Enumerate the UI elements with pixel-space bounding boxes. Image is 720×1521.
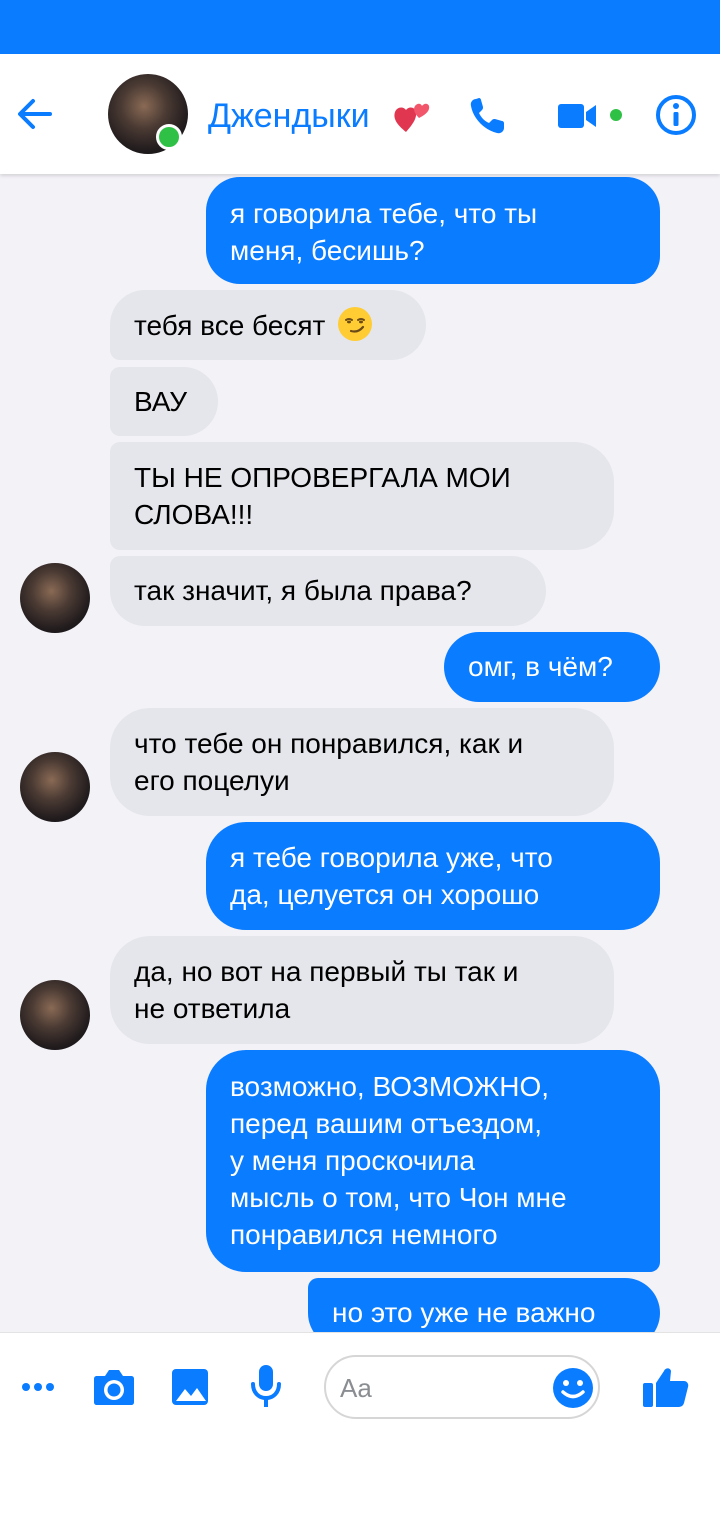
message-line: ТЫ НЕ ОПРОВЕРГАЛА МОИ: [134, 462, 511, 493]
video-camera-icon[interactable]: [556, 98, 598, 134]
contact-name[interactable]: Джендыки: [208, 94, 370, 138]
message-line: я тебе говорила уже, что: [230, 842, 553, 873]
message-line: мысль о том, что Чон мне: [230, 1182, 567, 1213]
info-icon[interactable]: [654, 93, 698, 137]
contact-avatar[interactable]: [20, 980, 90, 1050]
message-line: омг, в чём?: [468, 651, 613, 682]
incoming-message[interactable]: что тебе он понравился, как и его поцелу…: [110, 708, 614, 816]
incoming-message[interactable]: ТЫ НЕ ОПРОВЕРГАЛА МОИ СЛОВА!!!: [110, 442, 614, 550]
more-icon[interactable]: [20, 1377, 56, 1397]
message-composer: [0, 1332, 720, 1521]
message-line: ВАУ: [134, 386, 187, 417]
back-arrow-icon[interactable]: [14, 94, 54, 134]
incoming-message[interactable]: да, но вот на первый ты так и не ответил…: [110, 936, 614, 1044]
message-line: так значит, я была права?: [134, 575, 472, 606]
status-bar: [0, 0, 720, 54]
online-status-dot: [156, 124, 182, 150]
incoming-message[interactable]: ВАУ: [110, 367, 218, 436]
microphone-icon[interactable]: [248, 1363, 284, 1411]
phone-icon[interactable]: [466, 94, 510, 138]
message-line: да, но вот на первый ты так и: [134, 956, 519, 987]
heart-icon: [394, 103, 430, 132]
outgoing-message[interactable]: я тебе говорила уже, что да, целуется он…: [206, 822, 660, 930]
message-line: возможно, ВОЗМОЖНО,: [230, 1071, 550, 1102]
message-line: да, целуется он хорошо: [230, 879, 540, 910]
incoming-message[interactable]: так значит, я была права?: [110, 556, 546, 626]
active-status-dot: [610, 109, 622, 121]
message-line: меня, бесишь?: [230, 235, 425, 266]
message-line: я говорила тебе, что ты: [230, 198, 538, 229]
outgoing-message[interactable]: но это уже не важно: [308, 1278, 660, 1332]
thumbs-up-icon[interactable]: [642, 1365, 690, 1409]
message-line: СЛОВА!!!: [134, 499, 254, 530]
image-icon[interactable]: [170, 1367, 210, 1407]
smirking-face-icon: [338, 307, 373, 341]
incoming-message[interactable]: тебя все бесят: [110, 290, 426, 360]
outgoing-message[interactable]: возможно, ВОЗМОЖНО, перед вашим отъездом…: [206, 1050, 660, 1272]
message-line: его поцелуи: [134, 765, 290, 796]
outgoing-message[interactable]: я говорила тебе, что ты меня, бесишь?: [206, 177, 660, 284]
message-line: что тебе он понравился, как и: [134, 728, 524, 759]
chat-header: Джендыки: [0, 54, 720, 174]
message-line: тебя все бесят: [134, 310, 326, 341]
message-line: не ответила: [134, 993, 291, 1024]
emoji-icon[interactable]: [552, 1367, 594, 1409]
message-line: понравился немного: [230, 1219, 498, 1250]
contact-avatar[interactable]: [20, 752, 90, 822]
message-line: у меня проскочила: [230, 1145, 475, 1176]
contact-avatar[interactable]: [20, 563, 90, 633]
message-line: перед вашим отъездом,: [230, 1108, 543, 1139]
message-line: но это уже не важно: [332, 1297, 596, 1328]
message-input[interactable]: [338, 1365, 542, 1411]
camera-icon[interactable]: [92, 1367, 136, 1407]
message-input-box[interactable]: [324, 1355, 600, 1419]
message-thread[interactable]: я говорила тебе, что ты меня, бесишь? те…: [0, 174, 720, 1332]
outgoing-message[interactable]: омг, в чём?: [444, 632, 660, 702]
